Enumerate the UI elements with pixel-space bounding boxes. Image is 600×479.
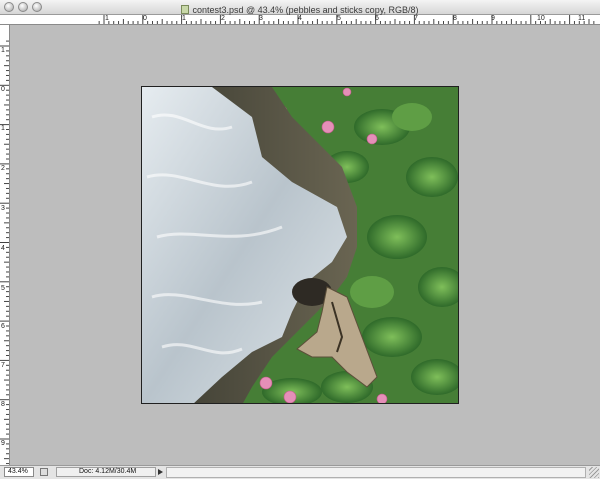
photoshop-document-window: contest3.psd @ 43.4% (pebbles and sticks… xyxy=(0,0,600,479)
horizontal-ruler[interactable]: 1 0 1 2 3 4 5 6 7 8 9 10 11 xyxy=(0,15,600,25)
ruler-left-label: 9 xyxy=(1,440,5,447)
ruler-left-label: 1 xyxy=(1,47,5,54)
vertical-ruler[interactable]: 1 0 1 2 3 4 5 6 7 8 9 xyxy=(0,25,10,465)
psd-document-icon xyxy=(181,5,190,14)
ruler-top-label: 11 xyxy=(578,15,586,22)
title-bar[interactable]: contest3.psd @ 43.4% (pebbles and sticks… xyxy=(0,0,600,15)
ruler-left-label: 8 xyxy=(1,401,5,408)
document-size-info[interactable]: Doc: 4.12M/30.4M xyxy=(56,467,156,477)
resize-grip-icon[interactable] xyxy=(589,467,599,478)
ruler-top-label: 3 xyxy=(259,15,263,22)
ruler-top-label: 9 xyxy=(491,15,495,22)
ruler-top-label: 7 xyxy=(414,15,418,22)
status-preview-icon[interactable] xyxy=(40,468,48,476)
ruler-left-label: 4 xyxy=(1,245,5,252)
ruler-top-label: 5 xyxy=(337,15,341,22)
ruler-left-label: 3 xyxy=(1,205,5,212)
ruler-top-label: 8 xyxy=(453,15,457,22)
title-wrap: contest3.psd @ 43.4% (pebbles and sticks… xyxy=(0,0,600,15)
window-title: contest3.psd @ 43.4% (pebbles and sticks… xyxy=(192,5,419,15)
status-bar: 43.4% Doc: 4.12M/30.4M xyxy=(0,465,600,479)
ruler-left-label: 2 xyxy=(1,165,5,172)
ruler-top-label: 0 xyxy=(143,15,147,22)
ruler-left-label: 0 xyxy=(1,86,5,93)
ruler-top-label: 10 xyxy=(537,15,545,22)
ruler-left-label: 6 xyxy=(1,323,5,330)
canvas-image xyxy=(142,87,458,403)
ruler-left-label: 1 xyxy=(1,125,5,132)
ruler-top-label: 2 xyxy=(221,15,225,22)
ruler-top-label: 6 xyxy=(375,15,379,22)
ruler-left-label: 7 xyxy=(1,362,5,369)
horizontal-scrollbar[interactable] xyxy=(166,467,586,478)
document-canvas[interactable] xyxy=(141,86,459,404)
triangle-right-icon[interactable] xyxy=(158,469,163,475)
ruler-top-label: 1 xyxy=(182,15,186,22)
ruler-left-label: 5 xyxy=(1,285,5,292)
ruler-top-label: 1 xyxy=(105,15,109,22)
zoom-level-field[interactable]: 43.4% xyxy=(4,467,34,477)
ruler-top-label: 4 xyxy=(298,15,302,22)
